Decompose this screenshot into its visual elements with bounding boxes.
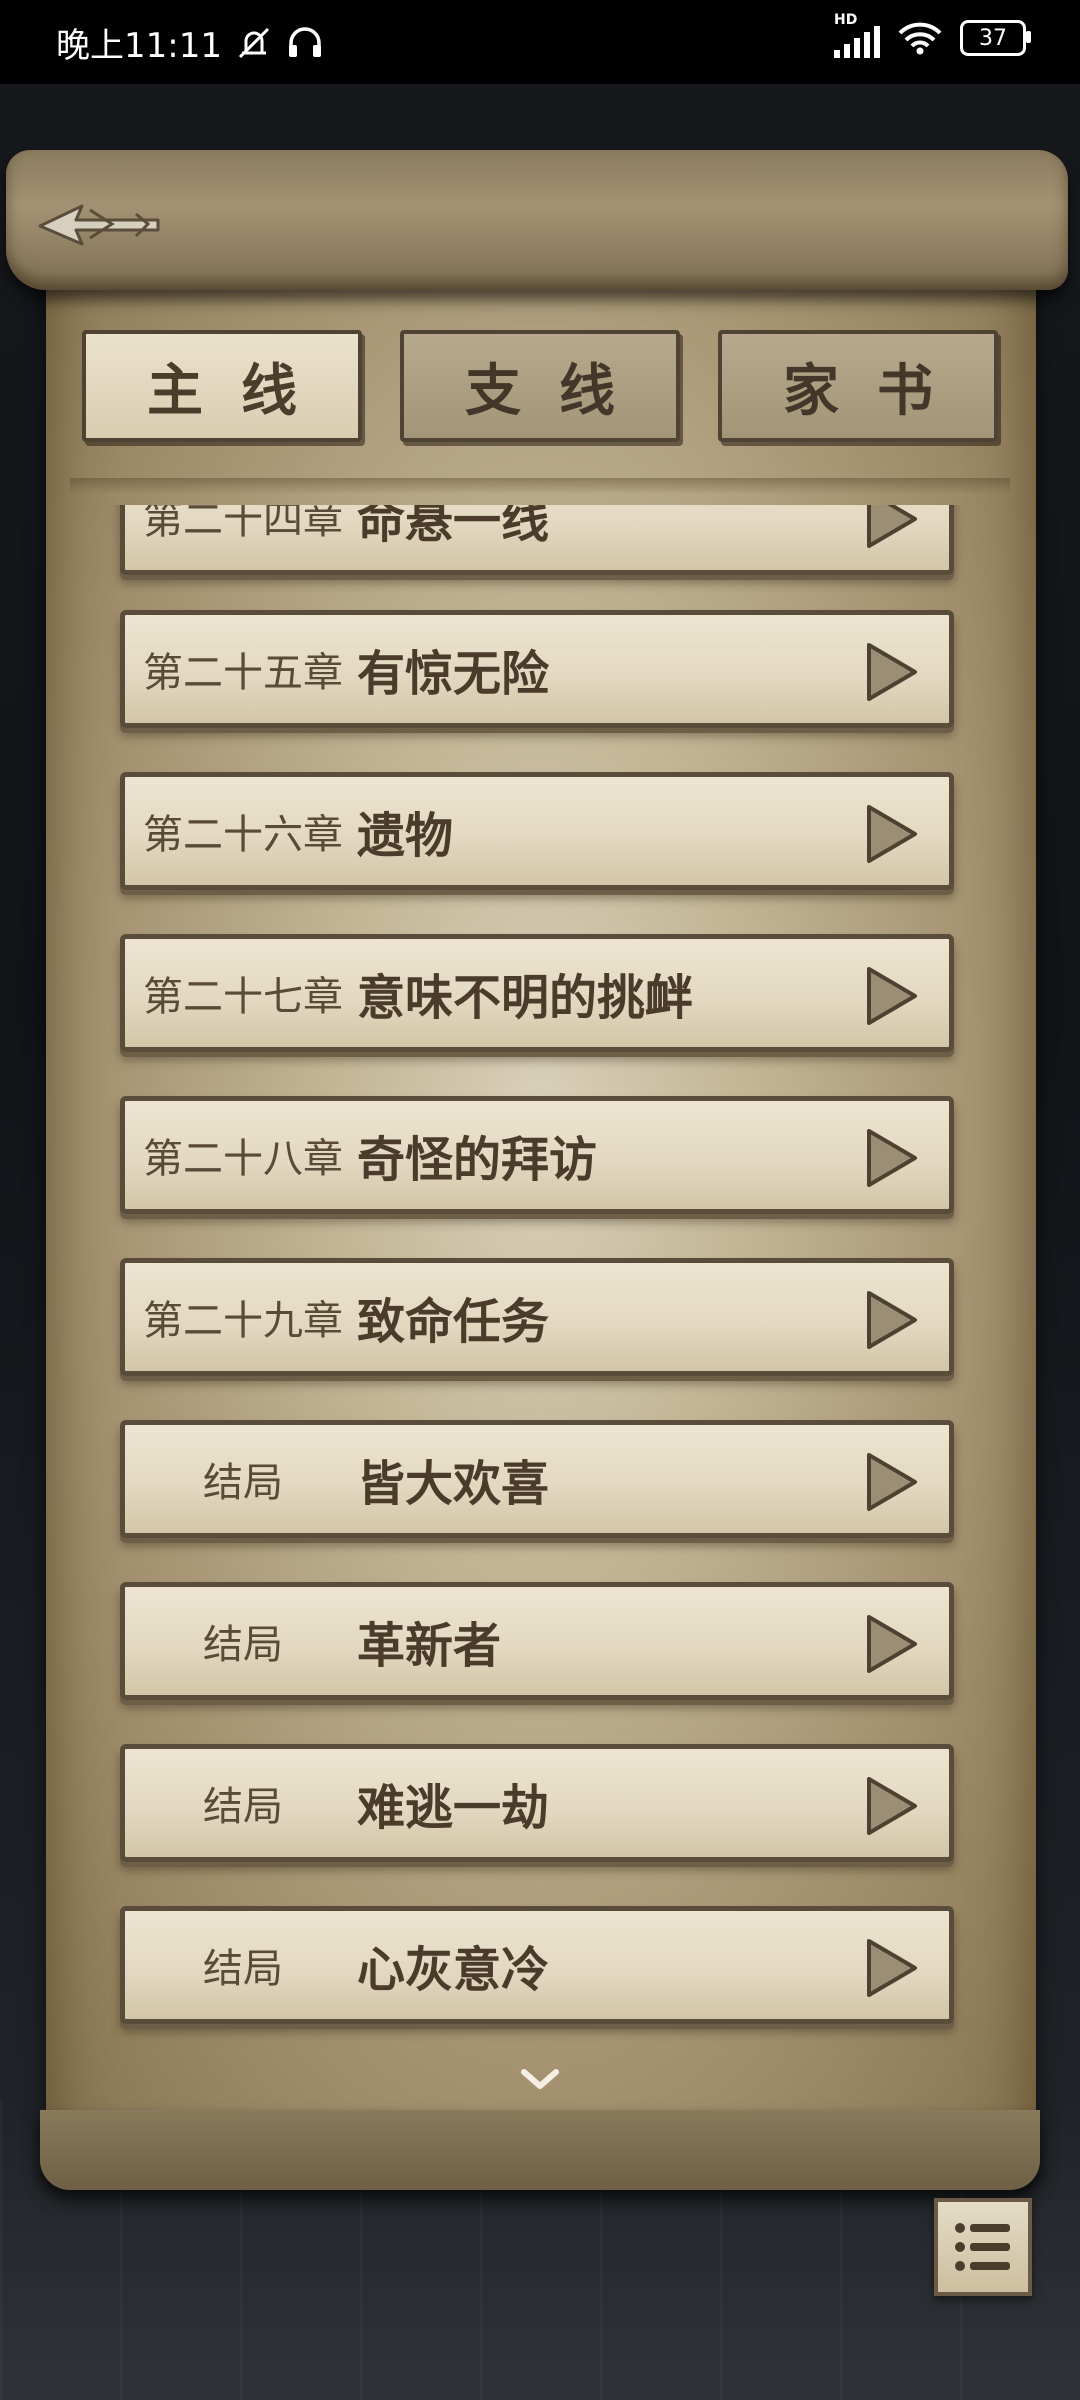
chapter-item[interactable]: 结局 心灰意冷 xyxy=(120,1906,954,2024)
play-icon xyxy=(867,805,917,863)
chapter-number: 第二十四章 xyxy=(143,505,343,543)
play-icon xyxy=(867,1453,917,1511)
chapter-title: 奇怪的拜访 xyxy=(357,1132,598,1188)
chapter-number: 结局 xyxy=(203,1784,283,1830)
chapter-title: 难逃一劫 xyxy=(357,1780,550,1836)
chapter-title: 遗物 xyxy=(357,808,454,864)
play-icon xyxy=(867,505,917,548)
chapter-number: 第二十七章 xyxy=(143,974,343,1020)
battery-level: 37 xyxy=(979,25,1007,51)
chapter-title: 有惊无险 xyxy=(357,646,550,702)
tab-divider xyxy=(70,478,1010,494)
play-icon xyxy=(867,1291,917,1349)
chapter-number: 第二十五章 xyxy=(143,650,343,696)
chapter-number: 结局 xyxy=(203,1946,283,1992)
chapter-item[interactable]: 第二十四章 命悬一线 xyxy=(120,505,954,575)
chapter-item[interactable]: 第二十七章 意味不明的挑衅 xyxy=(120,934,954,1052)
chapter-item[interactable]: 第二十八章 奇怪的拜访 xyxy=(120,1096,954,1214)
chapter-item[interactable]: 第二十五章 有惊无险 xyxy=(120,610,954,728)
menu-button[interactable] xyxy=(934,2198,1032,2296)
chapter-title: 革新者 xyxy=(357,1618,502,1674)
play-icon xyxy=(867,1615,917,1673)
chapter-number: 结局 xyxy=(203,1460,283,1506)
chapter-item[interactable]: 第二十九章 致命任务 xyxy=(120,1258,954,1376)
chapter-title: 心灰意冷 xyxy=(357,1942,550,1998)
chapter-item[interactable]: 结局 皆大欢喜 xyxy=(120,1420,954,1538)
tab-side-story[interactable]: 支线 xyxy=(400,330,680,442)
play-icon xyxy=(867,1777,917,1835)
chapter-item[interactable]: 第二十六章 遗物 xyxy=(120,772,954,890)
list-menu-icon xyxy=(955,2223,1010,2271)
battery-indicator: 37 xyxy=(960,20,1031,56)
chapter-title: 命悬一线 xyxy=(357,505,550,549)
headphones-icon xyxy=(288,26,321,57)
status-left: 晚上11:11 xyxy=(56,18,324,67)
parchment-bottom-roll xyxy=(40,2110,1040,2190)
chapter-item[interactable]: 结局 革新者 xyxy=(120,1582,954,1700)
signal-icon: HD xyxy=(834,12,880,58)
chapter-number: 结局 xyxy=(203,1622,283,1668)
chapter-item[interactable]: 结局 难逃一劫 xyxy=(120,1744,954,1862)
play-icon xyxy=(867,643,917,701)
chapter-title: 意味不明的挑衅 xyxy=(357,970,694,1026)
play-icon xyxy=(867,967,917,1025)
chapter-title: 致命任务 xyxy=(357,1294,550,1350)
mute-icon xyxy=(238,27,270,58)
chapter-number: 第二十六章 xyxy=(143,812,343,858)
status-time: 晚上11:11 xyxy=(56,26,222,66)
play-icon xyxy=(867,1129,917,1187)
back-arrow-icon[interactable] xyxy=(30,180,170,260)
chapter-number: 第二十八章 xyxy=(143,1136,343,1182)
status-right: HD 37 xyxy=(834,12,1031,58)
chapter-number: 第二十九章 xyxy=(143,1298,343,1344)
chevron-down-icon[interactable] xyxy=(516,2064,564,2094)
chapter-list[interactable]: 第二十四章 命悬一线 第二十五章 有惊无险 第二十六章 遗物 第二十七章 意味不… xyxy=(70,505,1010,2045)
tab-main-story[interactable]: 主线 xyxy=(82,330,362,442)
chapter-title: 皆大欢喜 xyxy=(357,1456,550,1512)
play-icon xyxy=(867,1939,917,1997)
wifi-icon xyxy=(898,22,942,55)
tab-family-letters[interactable]: 家书 xyxy=(718,330,998,442)
network-label: HD xyxy=(834,12,858,28)
status-bar: 晚上11:11 HD 37 xyxy=(0,0,1080,84)
